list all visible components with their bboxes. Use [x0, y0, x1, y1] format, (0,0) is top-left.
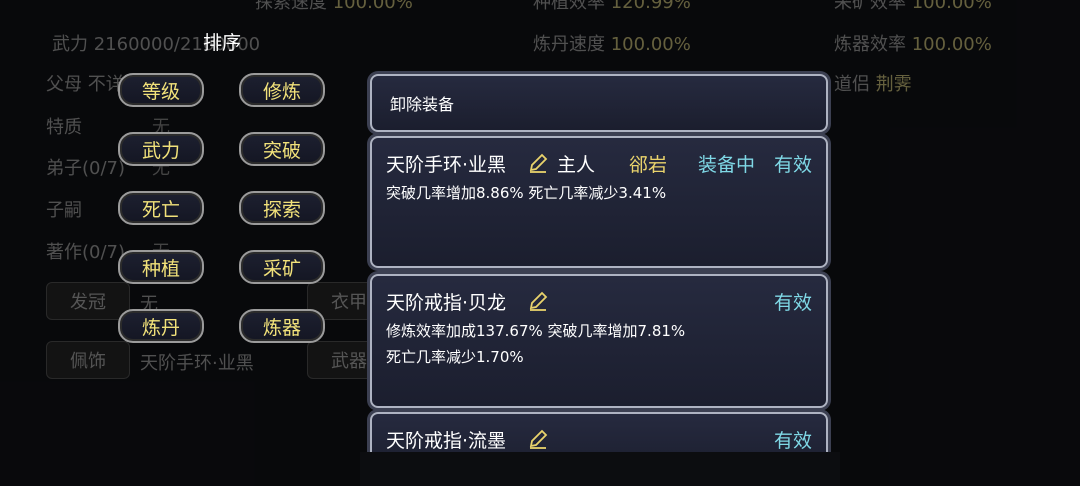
owner-label: 主人: [557, 154, 596, 176]
sort-by-level-button[interactable]: 等级: [118, 73, 204, 107]
sort-by-alchemy-button[interactable]: 炼丹: [118, 309, 204, 343]
sort-by-forging-button[interactable]: 炼器: [239, 309, 325, 343]
unequip-button[interactable]: 卸除装备: [370, 74, 828, 132]
sort-by-breakthrough-button[interactable]: 突破: [239, 132, 325, 166]
sort-by-explore-button[interactable]: 探索: [239, 191, 325, 225]
item-effect-line: 修炼效率加成137.67% 突破几率增加7.81%: [386, 322, 686, 340]
sort-by-death-button[interactable]: 死亡: [118, 191, 204, 225]
status-badge: 有效: [773, 292, 812, 314]
sort-title: 排序: [203, 32, 242, 54]
item-effect-line: 死亡几率减少1.70%: [386, 348, 524, 366]
item-name: 天阶手环·业黑: [386, 154, 507, 176]
edit-pencil-icon[interactable]: [527, 290, 549, 312]
sort-by-planting-button[interactable]: 种植: [118, 250, 204, 284]
list-clip-mask: [360, 452, 840, 486]
status-badge: 有效: [773, 430, 812, 452]
owner-name: 郤岩: [629, 154, 668, 176]
sort-by-cultivation-button[interactable]: 修炼: [239, 73, 325, 107]
edit-pencil-icon[interactable]: [527, 152, 549, 174]
status-badge: 有效: [773, 154, 812, 176]
item-name: 天阶戒指·流墨: [386, 430, 507, 452]
item-name: 天阶戒指·贝龙: [386, 292, 507, 314]
sort-by-mining-button[interactable]: 采矿: [239, 250, 325, 284]
equipped-badge: 装备中: [698, 154, 756, 176]
equipment-item[interactable]: 天阶戒指·贝龙 有效 修炼效率加成137.67% 突破几率增加7.81% 死亡几…: [370, 274, 828, 408]
equipment-item[interactable]: 天阶手环·业黑 主人 郤岩 装备中 有效 突破几率增加8.86% 死亡几率减少3…: [370, 136, 828, 268]
edit-pencil-icon[interactable]: [527, 428, 549, 450]
sort-by-force-button[interactable]: 武力: [118, 132, 204, 166]
unequip-label: 卸除装备: [390, 95, 455, 114]
item-effect-line: 突破几率增加8.86% 死亡几率减少3.41%: [386, 184, 667, 202]
